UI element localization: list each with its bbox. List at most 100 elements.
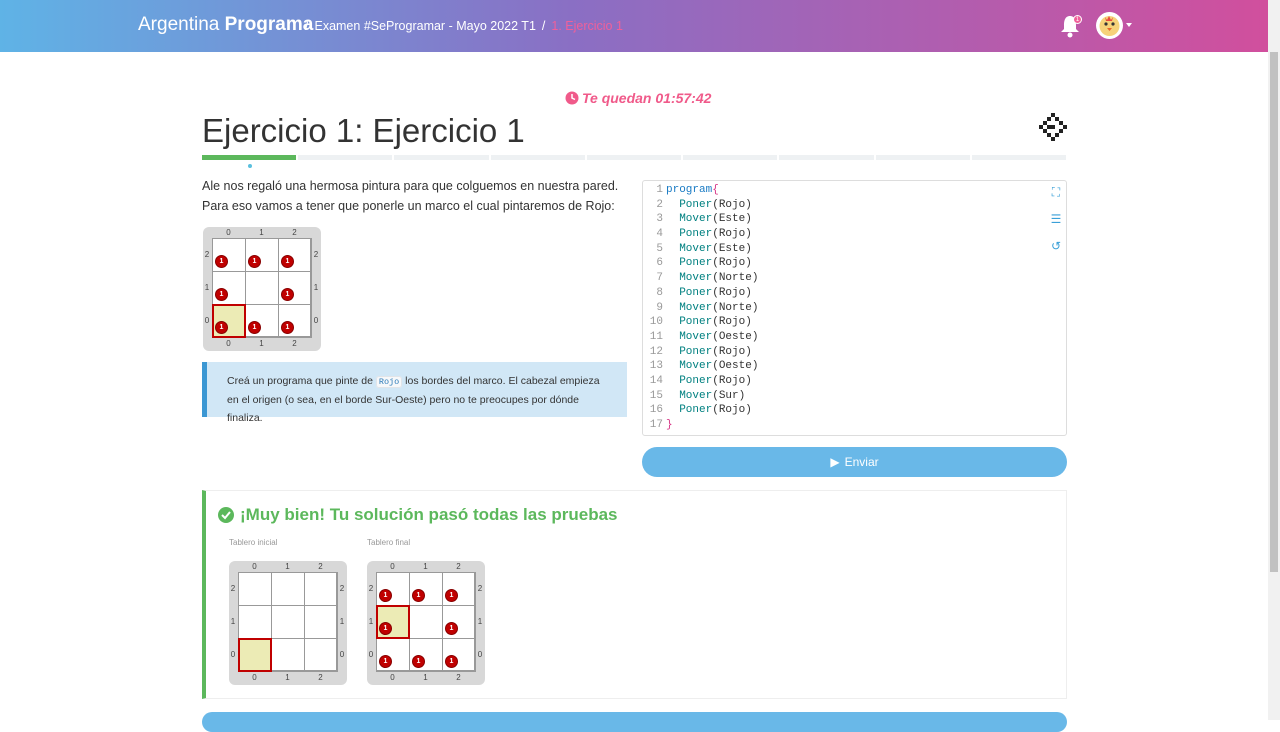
line-number: 10 [649, 316, 663, 329]
board-row-label: 2 [230, 583, 236, 593]
board-row-label: 2 [368, 583, 374, 593]
code-line[interactable]: Mover(Norte) [666, 301, 758, 316]
code-line[interactable]: program{ [666, 183, 758, 198]
board-col-label: 1 [423, 562, 428, 571]
board-col-label: 0 [226, 228, 231, 237]
progress-step [298, 155, 393, 160]
board-col-label: 1 [285, 562, 290, 571]
code-content[interactable]: program{ Poner(Rojo) Mover(Este) Poner(R… [666, 183, 758, 433]
scrollbar-thumb[interactable] [1270, 52, 1278, 572]
hint-code: Rojo [375, 376, 403, 388]
code-line[interactable]: Poner(Rojo) [666, 286, 758, 301]
board-col-label: 2 [318, 562, 323, 571]
breadcrumb: / Examen #SeProgramar - Mayo 2022 T1 / 1… [305, 19, 623, 33]
progress-step [394, 155, 489, 160]
board-col-label: 0 [252, 673, 257, 682]
reset-icon[interactable]: ↺ [1049, 239, 1063, 253]
line-number: 9 [656, 301, 663, 314]
code-line[interactable]: Poner(Rojo) [666, 345, 758, 360]
continue-button[interactable] [202, 712, 1067, 732]
code-line[interactable]: Mover(Este) [666, 212, 758, 227]
play-icon: ▶ [830, 455, 840, 469]
breadcrumb-exam[interactable]: Examen #SeProgramar - Mayo 2022 T1 [314, 19, 535, 33]
code-line[interactable]: Mover(Sur) [666, 389, 758, 404]
red-ball: 1 [215, 255, 228, 268]
board-head [238, 638, 272, 672]
board-cell [271, 572, 305, 606]
line-number: 8 [656, 286, 663, 299]
board-cell [271, 638, 305, 672]
line-number: 13 [649, 360, 663, 373]
gobstones-logo-icon [1039, 113, 1067, 141]
board-row-label: 0 [368, 649, 374, 659]
board-col-label: 2 [456, 673, 461, 682]
line-number: 12 [649, 345, 663, 358]
line-number: 5 [656, 242, 663, 255]
board-col-label: 0 [390, 673, 395, 682]
result-title: ¡Muy bien! Tu solución pasó todas las pr… [218, 505, 618, 525]
code-line[interactable]: Mover(Este) [666, 242, 758, 257]
code-line[interactable]: Poner(Rojo) [666, 374, 758, 389]
code-line[interactable]: Poner(Rojo) [666, 227, 758, 242]
code-line[interactable]: Poner(Rojo) [666, 403, 758, 418]
red-ball: 1 [248, 321, 261, 334]
code-line[interactable]: Poner(Rojo) [666, 198, 758, 213]
line-number: 16 [649, 404, 663, 417]
progress-step [875, 155, 970, 160]
board-col-label: 2 [456, 562, 461, 571]
red-ball: 1 [379, 589, 392, 602]
code-editor[interactable]: 1 2 3 4 5 6 7 8 9 10 11 12 13 14 15 16 17 program{ Poner… [642, 180, 1067, 436]
exercise-description: Ale nos regaló una hermosa pintura para … [202, 179, 619, 213]
fullscreen-icon[interactable]: ⛶ [1049, 185, 1063, 199]
board-row-label: 0 [313, 315, 319, 325]
check-circle-icon [218, 507, 234, 523]
red-ball: 1 [281, 255, 294, 268]
initial-board-caption: Tablero inicial [229, 538, 278, 547]
board-row-label: 1 [313, 282, 319, 292]
brand-logo[interactable]: Argentina Programa [138, 14, 313, 36]
progress-current-marker [248, 164, 252, 168]
line-number: 2 [656, 198, 663, 211]
avatar[interactable] [1096, 12, 1123, 39]
hint-box: Creá un programa que pinte de Rojo los b… [202, 362, 627, 424]
code-line[interactable]: Mover(Norte) [666, 271, 758, 286]
line-number: 3 [656, 213, 663, 226]
code-line[interactable]: Mover(Oeste) [666, 330, 758, 345]
red-ball: 1 [379, 655, 392, 668]
board-cell [304, 638, 338, 672]
board-grid [238, 572, 338, 672]
board-col-label: 0 [252, 562, 257, 571]
board-row-label: 1 [477, 616, 483, 626]
board-cell [409, 605, 443, 639]
chevron-down-icon[interactable] [1126, 23, 1132, 27]
board-grid: 1 1 1 1 1 1 1 1 [212, 238, 312, 338]
code-line[interactable]: Poner(Rojo) [666, 256, 758, 271]
progress-step [490, 155, 585, 160]
progress-step [586, 155, 682, 160]
line-number: 4 [656, 228, 663, 241]
board-col-label: 0 [226, 339, 231, 348]
page-title: Ejercicio 1: Ejercicio 1 [202, 112, 525, 149]
red-ball: 1 [215, 288, 228, 301]
clock-icon [565, 91, 579, 105]
submit-button[interactable]: ▶ Enviar [642, 447, 1067, 477]
indent-icon[interactable]: ☰ [1049, 212, 1063, 226]
line-number: 14 [649, 374, 663, 387]
board-row-label: 0 [230, 649, 236, 659]
code-line[interactable]: Poner(Rojo) [666, 315, 758, 330]
code-line[interactable]: Mover(Oeste) [666, 359, 758, 374]
progress-step [683, 155, 778, 160]
board-cell [245, 271, 279, 305]
line-number: 6 [656, 257, 663, 270]
line-number: 1 [656, 184, 663, 196]
line-number: 7 [656, 272, 663, 285]
progress-step [202, 155, 297, 160]
board-cell [271, 605, 305, 639]
board-row-label: 2 [204, 249, 210, 259]
final-board-caption: Tablero final [367, 538, 411, 547]
board-row-label: 1 [230, 616, 236, 626]
red-ball: 1 [412, 589, 425, 602]
goal-board: 11111111001122221100 [203, 227, 321, 351]
board-col-label: 2 [318, 673, 323, 682]
code-line[interactable]: } [666, 418, 758, 433]
